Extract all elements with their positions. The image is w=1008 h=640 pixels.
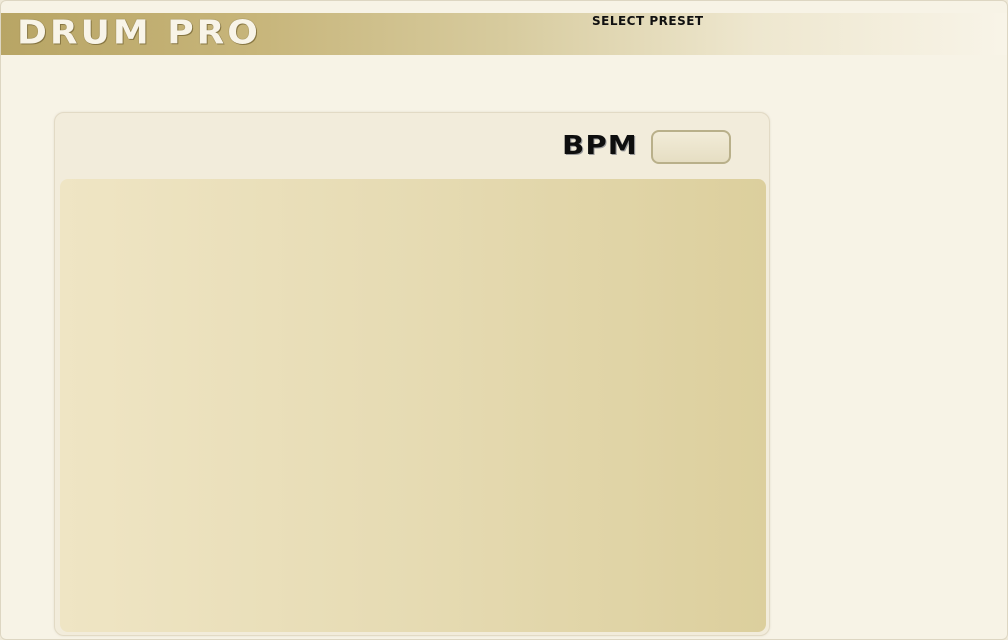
title-bar: DRUM PRO bbox=[1, 13, 1007, 55]
app-title: DRUM PRO bbox=[17, 14, 261, 52]
select-preset-button[interactable]: SELECT PRESET bbox=[592, 14, 704, 28]
sequencer-panel: BPM bbox=[54, 112, 770, 636]
pattern-area bbox=[60, 179, 766, 632]
bpm-label: BPM bbox=[562, 131, 638, 161]
drum-pro-window: DRUM PRO SELECT PRESET BPM bbox=[0, 0, 1008, 640]
bpm-input[interactable] bbox=[651, 130, 731, 164]
